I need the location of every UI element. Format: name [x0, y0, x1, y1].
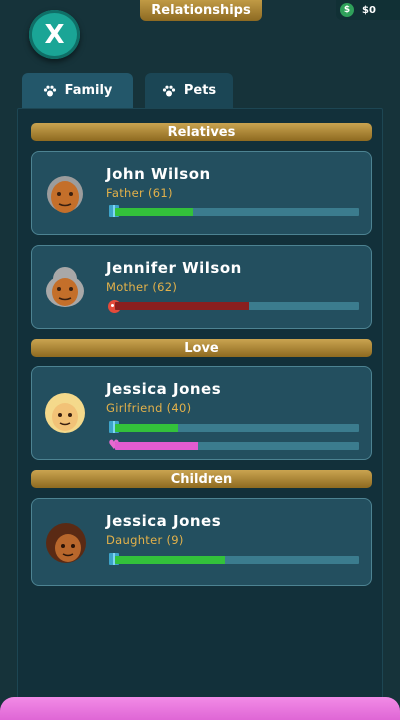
relationship-bar-fill: [115, 424, 179, 432]
person-name: Jessica Jones: [106, 380, 222, 398]
person-name: Jennifer Wilson: [106, 259, 242, 277]
relationship-bar-fill: [115, 556, 225, 564]
close-icon: X: [44, 19, 65, 50]
tab-pets-label: Pets: [183, 83, 217, 98]
person-role: Father (61): [106, 186, 173, 200]
tab-family[interactable]: Family: [22, 73, 133, 108]
love-bar-fill: [115, 442, 198, 450]
close-button[interactable]: X: [29, 10, 80, 59]
elderly-woman-avatar-icon: [46, 267, 84, 307]
relationship-bar-fill: [115, 302, 250, 310]
bottom-action-bar[interactable]: [0, 697, 400, 720]
relationship-bar: [115, 208, 359, 216]
money-amount: $0: [362, 4, 376, 16]
relationship-bar-fill: [115, 208, 194, 216]
screen-title: Relationships: [140, 0, 262, 21]
person-name: Jessica Jones: [106, 512, 222, 530]
paw-icon: [43, 85, 56, 96]
section-header-children: Children: [31, 470, 372, 488]
person-card-father[interactable]: John Wilson Father (61): [31, 151, 372, 235]
person-card-daughter[interactable]: Jessica Jones Daughter (9): [31, 498, 372, 586]
person-name: John Wilson: [106, 165, 211, 183]
person-role: Daughter (9): [106, 533, 184, 547]
elderly-man-avatar-icon: [47, 176, 83, 213]
person-card-girlfriend[interactable]: Jessica Jones Girlfriend (40) ♥: [31, 366, 372, 460]
money-display: $ $0: [336, 0, 400, 20]
section-header-relatives: Relatives: [31, 123, 372, 141]
relationship-bar: [115, 302, 359, 310]
tab-pets[interactable]: Pets: [145, 73, 233, 108]
person-card-mother[interactable]: Jennifer Wilson Mother (62): [31, 245, 372, 329]
section-header-love: Love: [31, 339, 372, 357]
person-role: Mother (62): [106, 280, 178, 294]
woman-blonde-avatar-icon: [45, 393, 85, 433]
love-bar: [115, 442, 359, 450]
dollar-icon: $: [340, 3, 354, 17]
tab-family-label: Family: [64, 83, 113, 98]
relationship-bar: [115, 424, 359, 432]
person-role: Girlfriend (40): [106, 401, 192, 415]
girl-avatar-icon: [46, 523, 86, 563]
relationship-bar: [115, 556, 359, 564]
paw-icon: [162, 85, 175, 96]
